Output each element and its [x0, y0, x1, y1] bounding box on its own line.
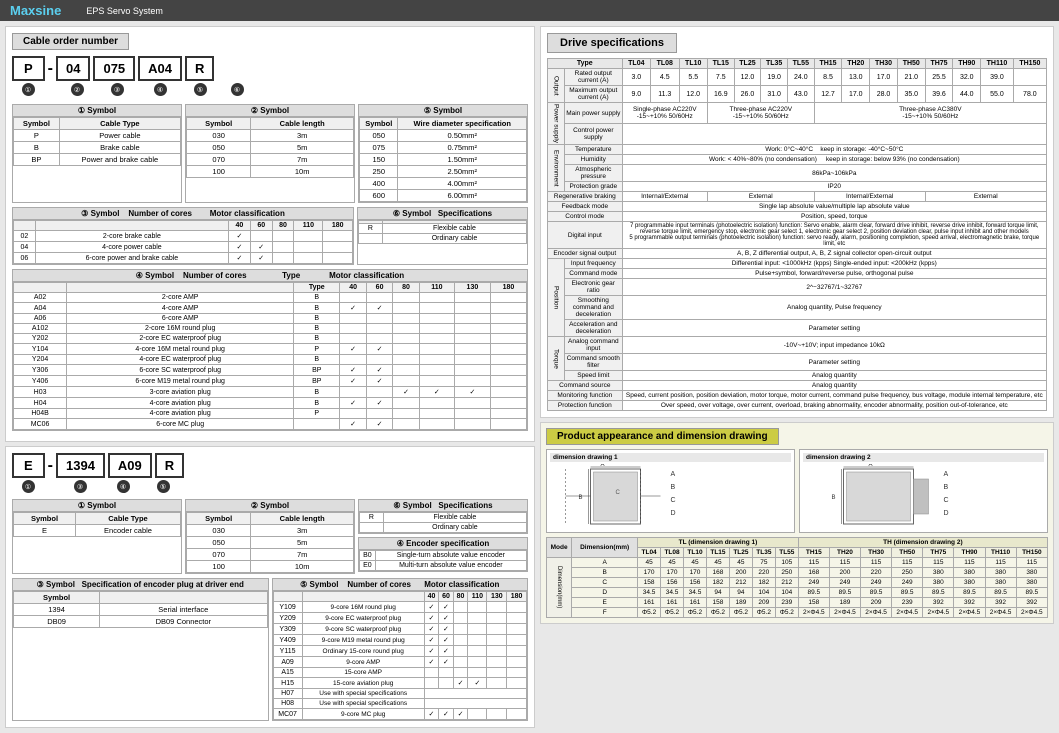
product-appearance-title: Product appearance and dimension drawing	[546, 428, 779, 445]
specs-table-p: ⑥ Symbol Specifications RFlexible cable …	[357, 207, 528, 265]
svg-text:A: A	[869, 464, 873, 468]
code-075: 075	[93, 56, 135, 81]
svg-text:C: C	[616, 490, 621, 496]
svg-text:A: A	[601, 464, 605, 468]
svg-text:B: B	[832, 495, 836, 501]
svg-text:C: C	[944, 497, 949, 504]
encoder-spec-table: ④ Encoder specification B0Single-turn ab…	[358, 537, 528, 572]
logo: Maxsine	[10, 3, 61, 18]
code-a04: A04	[138, 56, 182, 81]
cable-type-table: ① Symbol SymbolCable Type PPower cable B…	[12, 104, 182, 203]
svg-text:D: D	[671, 510, 676, 517]
specs-table-e: ⑥ Symbol Specifications RFlexible cable …	[358, 499, 528, 534]
code-a09: A09	[108, 453, 152, 478]
svg-text:B: B	[579, 495, 583, 501]
cable-order-section: Cable order number P - 04 075 A04 R ① ② …	[5, 26, 535, 442]
dimension-drawing-2: dimension drawing 2 A B C D A	[799, 449, 1048, 533]
cable-length-table: ② Symbol SymbolCable length 0303m 0505m …	[185, 104, 355, 203]
cable-order-title: Cable order number	[12, 33, 129, 50]
code-e: E	[12, 453, 45, 478]
encoder-plug-table: ③ Symbol Specification of encoder plug a…	[12, 578, 269, 721]
wire-diam-table: ⑤ Symbol SymbolWire diameter specificati…	[358, 104, 528, 203]
drive-spec-title: Drive specifications	[547, 33, 677, 53]
product-appearance-section: Product appearance and dimension drawing…	[540, 422, 1054, 624]
encoder-cable-section: E - 1394 A09 R ① ③ ④ ⑤ ① Symbol SymbolCa…	[5, 446, 535, 728]
code-r2: R	[155, 453, 184, 478]
encoder-cable-type-table: ① Symbol SymbolCable Type EEncoder cable	[12, 499, 182, 574]
svg-text:A: A	[944, 471, 949, 478]
system-title: EPS Servo System	[86, 6, 163, 16]
svg-text:A: A	[671, 471, 676, 478]
code-p: P	[12, 56, 45, 81]
encoder-length-table: ② Symbol SymbolCable length 0303m 0505m …	[185, 499, 355, 574]
motor-connectors-table: ④ Symbol Number of cores Type Motor clas…	[12, 269, 528, 431]
num-cores-p-table: ③ Symbol Number of cores Motor classific…	[12, 207, 354, 265]
svg-text:B: B	[671, 484, 676, 491]
svg-text:C: C	[671, 497, 676, 504]
drive-spec-section: Drive specifications Type TL04 TL08 TL10…	[540, 26, 1054, 418]
top-header: Maxsine EPS Servo System	[0, 0, 1059, 21]
code-dash-1: -	[48, 60, 53, 78]
svg-text:D: D	[944, 510, 949, 517]
code-04: 04	[56, 56, 90, 81]
encoder-cores-table: ⑤ Symbol Number of cores Motor classific…	[272, 578, 529, 721]
drawing-1-label: dimension drawing 1	[550, 453, 791, 462]
code-1394: 1394	[56, 453, 105, 478]
code-r1: R	[185, 56, 214, 81]
type-header: Type	[548, 59, 623, 69]
svg-text:B: B	[944, 484, 949, 491]
dimension-drawing-1: dimension drawing 1 A B C	[546, 449, 795, 533]
drawing-2-label: dimension drawing 2	[803, 453, 1044, 462]
